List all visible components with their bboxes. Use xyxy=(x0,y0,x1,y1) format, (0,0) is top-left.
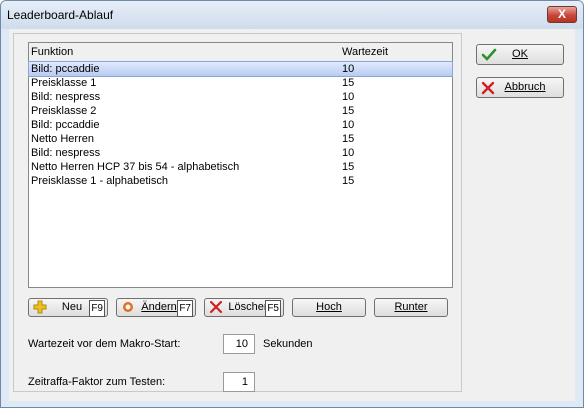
list-item[interactable]: Bild: pccaddie 10 xyxy=(28,61,453,77)
runter-label: Runter xyxy=(394,301,428,313)
wartezeit-label: Wartezeit vor dem Makro-Start: xyxy=(28,338,181,350)
hoch-label: Hoch xyxy=(316,301,342,313)
list-item-funktion: Bild: nespress xyxy=(31,91,101,103)
loeschen-shortcut: F5 xyxy=(265,300,281,317)
list-item-funktion: Bild: nespress xyxy=(31,147,101,159)
zeitraffa-label: Zeitraffa-Faktor zum Testen: xyxy=(28,376,166,388)
abbruch-label: Abbruch xyxy=(504,81,546,93)
loeschen-label: Löscher xyxy=(228,301,268,313)
zeitraffa-input[interactable]: 1 xyxy=(223,372,255,392)
list-item-wartezeit: 10 xyxy=(342,91,355,103)
column-header-funktion[interactable]: Funktion xyxy=(31,46,73,58)
window-title: Leaderboard-Ablauf xyxy=(7,8,114,22)
neu-button[interactable]: Neu F9 xyxy=(28,298,108,317)
list-item[interactable]: Preisklasse 2 15 xyxy=(29,104,452,118)
plus-icon xyxy=(33,300,47,320)
list-item-wartezeit: 15 xyxy=(342,105,355,117)
runter-button[interactable]: Runter xyxy=(374,298,448,317)
list-item-funktion: Bild: pccaddie xyxy=(31,119,100,131)
sequence-list[interactable]: Funktion Wartezeit Bild: pccaddie 10 Preis… xyxy=(28,42,453,288)
aendern-button[interactable]: Ändern F7 xyxy=(116,298,196,317)
aendern-shortcut: F7 xyxy=(177,300,193,317)
list-item-wartezeit: 10 xyxy=(342,119,355,131)
list-item-wartezeit: 10 xyxy=(342,147,355,159)
ok-button[interactable]: OK xyxy=(476,44,564,65)
dialog-window: Leaderboard-Ablauf X Funktion Wartezeit … xyxy=(0,0,584,408)
list-item[interactable]: Bild: nespress 10 xyxy=(29,90,452,104)
dialog-client-area: Funktion Wartezeit Bild: pccaddie 10 Preis… xyxy=(9,29,575,401)
list-item-funktion: Preisklasse 1 - alphabetisch xyxy=(31,175,168,187)
edit-icon xyxy=(121,300,135,320)
list-item-funktion: Preisklasse 1 xyxy=(31,77,97,89)
list-item-funktion: Preisklasse 2 xyxy=(31,105,97,117)
cancel-x-icon xyxy=(481,81,495,102)
list-item-funktion: Netto Herren HCP 37 bis 54 - alphabetisc… xyxy=(31,161,240,173)
aendern-label: Ändern xyxy=(141,301,177,313)
wartezeit-input[interactable]: 10 xyxy=(223,334,255,354)
list-item-wartezeit: 15 xyxy=(342,133,355,145)
abbruch-button[interactable]: Abbruch xyxy=(476,77,564,98)
neu-shortcut: F9 xyxy=(89,300,105,317)
list-item-funktion: Netto Herren xyxy=(31,133,94,145)
list-item[interactable]: Preisklasse 1 15 xyxy=(29,76,452,90)
list-body: Bild: pccaddie 10 Preisklasse 1 15 Bild: nes… xyxy=(28,61,453,188)
hoch-button[interactable]: Hoch xyxy=(292,298,366,317)
list-item-wartezeit: 10 xyxy=(342,63,355,75)
list-item[interactable]: Bild: nespress 10 xyxy=(29,146,452,160)
list-item[interactable]: Bild: pccaddie 10 xyxy=(29,118,452,132)
leaderboard-group: Funktion Wartezeit Bild: pccaddie 10 Preis… xyxy=(13,33,462,392)
loeschen-button[interactable]: Löscher F5 xyxy=(204,298,284,317)
list-item[interactable]: Preisklasse 1 - alphabetisch 15 xyxy=(29,174,452,188)
list-item-wartezeit: 15 xyxy=(342,77,355,89)
ok-label: OK xyxy=(512,48,528,60)
title-bar: Leaderboard-Ablauf X xyxy=(1,1,583,29)
list-item[interactable]: Netto Herren 15 xyxy=(29,132,452,146)
close-button[interactable]: X xyxy=(547,6,577,23)
list-item[interactable]: Netto Herren HCP 37 bis 54 - alphabetisc… xyxy=(29,160,452,174)
wartezeit-unit: Sekunden xyxy=(263,338,313,350)
checkmark-icon xyxy=(481,48,497,69)
list-header: Funktion Wartezeit xyxy=(29,43,452,61)
list-item-funktion: Bild: pccaddie xyxy=(31,63,100,75)
delete-x-icon xyxy=(209,300,223,320)
column-header-wartezeit[interactable]: Wartezeit xyxy=(342,46,388,58)
list-item-wartezeit: 15 xyxy=(342,161,355,173)
list-item-wartezeit: 15 xyxy=(342,175,355,187)
neu-label: Neu xyxy=(61,301,83,313)
